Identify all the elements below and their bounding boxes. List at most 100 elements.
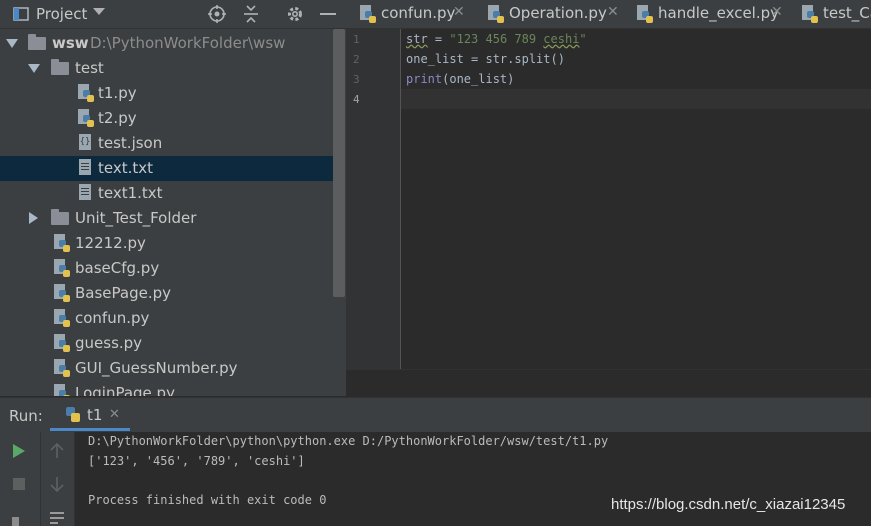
python-file-icon [802, 5, 819, 24]
run-tab-label: t1 [87, 406, 103, 424]
soft-wrap-icon[interactable] [48, 510, 66, 526]
collapse-arrow-icon[interactable] [29, 212, 38, 224]
tree-item-label: BasePage.py [75, 284, 172, 302]
tree-item-basecfg-py[interactable]: baseCfg.py [0, 256, 333, 281]
hide-panel-icon[interactable] [320, 13, 336, 15]
code-line-3: print(one_list) [406, 72, 514, 86]
code-token: str [406, 32, 428, 46]
run-toolbar [0, 432, 41, 526]
tree-item-t2-py[interactable]: t2.py [0, 106, 333, 131]
tree-item-label: text1.txt [98, 184, 163, 202]
close-tab-icon[interactable]: ✕ [453, 4, 465, 20]
tree-item-label: confun.py [75, 309, 150, 327]
tree-item-label: LoginPage.py [75, 384, 175, 396]
code-token: ceshi [543, 32, 580, 46]
python-file-icon [637, 5, 654, 24]
code-lines[interactable]: str = "123 456 789 ceshi" one_list = str… [401, 29, 871, 129]
tree-item-path: D:\PythonWorkFolder\wsw [90, 34, 286, 52]
tree-item-label: baseCfg.py [75, 259, 160, 277]
console-line: Process finished with exit code 0 [88, 493, 327, 507]
code-token: print [406, 72, 443, 86]
python-file-icon [54, 334, 71, 353]
tree-item-12212-py[interactable]: 12212.py [0, 231, 333, 256]
tree-item-label: 12212.py [75, 234, 146, 252]
tree-item-text-txt[interactable]: text.txt [0, 156, 333, 181]
collapse-all-icon[interactable] [242, 4, 260, 24]
code-line-1: str = "123 456 789 ceshi" [406, 32, 587, 46]
tree-item-label: Unit_Test_Folder [75, 209, 197, 227]
text-file-icon [79, 159, 91, 175]
tree-item-wsw[interactable]: wsw D:\PythonWorkFolder\wsw [0, 31, 333, 56]
tab-label: Operation.py [509, 4, 607, 22]
code-token: = [427, 32, 450, 46]
expand-arrow-icon[interactable] [6, 39, 18, 48]
line-number: 3 [353, 73, 360, 86]
console-line: D:\PythonWorkFolder\python\python.exe D:… [88, 434, 609, 448]
tree-item-label: text.txt [98, 159, 154, 177]
tab-label: confun.py [381, 4, 456, 22]
editor-tab-bar: confun.py ✕ Operation.py ✕ handle_excel.… [346, 0, 871, 29]
tree-item-label: test.json [98, 134, 163, 152]
tab-label: test_Ca [823, 4, 871, 22]
python-run-icon [64, 405, 81, 424]
run-toolbar-secondary [41, 432, 75, 526]
tree-item-label: GUI_GuessNumber.py [75, 359, 238, 377]
down-arrow-icon[interactable] [49, 476, 65, 494]
close-tab-icon[interactable]: ✕ [109, 407, 120, 422]
python-file-icon [54, 384, 71, 396]
settings-gear-icon[interactable] [285, 4, 305, 24]
locate-icon[interactable] [207, 4, 227, 24]
tree-item-test-json[interactable]: {} test.json [0, 131, 333, 156]
python-file-icon [360, 5, 377, 24]
close-tab-icon[interactable]: ✕ [771, 4, 783, 20]
tree-item-label: t2.py [98, 109, 137, 127]
tree-item-gui-guessnumber-py[interactable]: GUI_GuessNumber.py [0, 356, 333, 381]
line-number: 2 [353, 53, 360, 66]
tree-item-text1-txt[interactable]: text1.txt [0, 181, 333, 206]
run-tab-t1[interactable]: t1 ✕ [50, 397, 130, 431]
rerun-play-icon[interactable] [12, 443, 26, 459]
run-panel-header [0, 397, 871, 433]
layout-icon[interactable] [11, 514, 29, 526]
tree-item-unit-test-folder[interactable]: Unit_Test_Folder [0, 206, 333, 231]
tree-item-test[interactable]: test [0, 56, 333, 81]
editor-breadcrumb-bar [346, 369, 871, 398]
line-number: 1 [353, 33, 360, 46]
stop-icon[interactable] [13, 478, 25, 490]
tree-item-loginpage-py[interactable]: LoginPage.py [0, 381, 333, 396]
tree-item-confun-py[interactable]: confun.py [0, 306, 333, 331]
python-file-icon [78, 84, 95, 103]
tree-item-basepage-py[interactable]: BasePage.py [0, 281, 333, 306]
tree-item-label: test [75, 59, 104, 77]
python-file-icon [54, 284, 71, 303]
tree-item-label: t1.py [98, 84, 137, 102]
python-file-icon [78, 109, 95, 128]
line-number: 4 [353, 93, 360, 106]
python-file-icon [54, 259, 71, 278]
python-file-icon [488, 5, 505, 24]
close-tab-icon[interactable]: ✕ [607, 4, 619, 20]
tree-item-t1-py[interactable]: t1.py [0, 81, 333, 106]
folder-icon [51, 209, 69, 225]
json-file-icon: {} [79, 134, 91, 150]
tree-item-label: guess.py [75, 334, 143, 352]
python-file-icon [54, 359, 71, 378]
up-arrow-icon[interactable] [49, 441, 65, 459]
project-view-icon [13, 7, 29, 21]
watermark-url: https://blog.csdn.net/c_xiazai12345 [611, 496, 846, 513]
tree-item-guess-py[interactable]: guess.py [0, 331, 333, 356]
folder-icon [51, 59, 69, 75]
text-file-icon [79, 184, 91, 200]
project-view-title[interactable]: Project [36, 5, 87, 23]
code-line-2: one_list = str.split() [406, 52, 565, 66]
console-line: ['123', '456', '789', 'ceshi'] [88, 454, 305, 468]
run-panel-label: Run: [9, 407, 43, 425]
python-file-icon [54, 309, 71, 328]
tree-item-label: wsw [52, 34, 89, 52]
project-view-dropdown-icon[interactable] [93, 8, 105, 15]
folder-icon [28, 34, 46, 50]
expand-arrow-icon[interactable] [28, 64, 40, 73]
code-token: "123 456 789 [449, 32, 544, 46]
project-tree-scrollbar[interactable] [333, 29, 345, 297]
code-token: (one_list) [442, 72, 515, 86]
